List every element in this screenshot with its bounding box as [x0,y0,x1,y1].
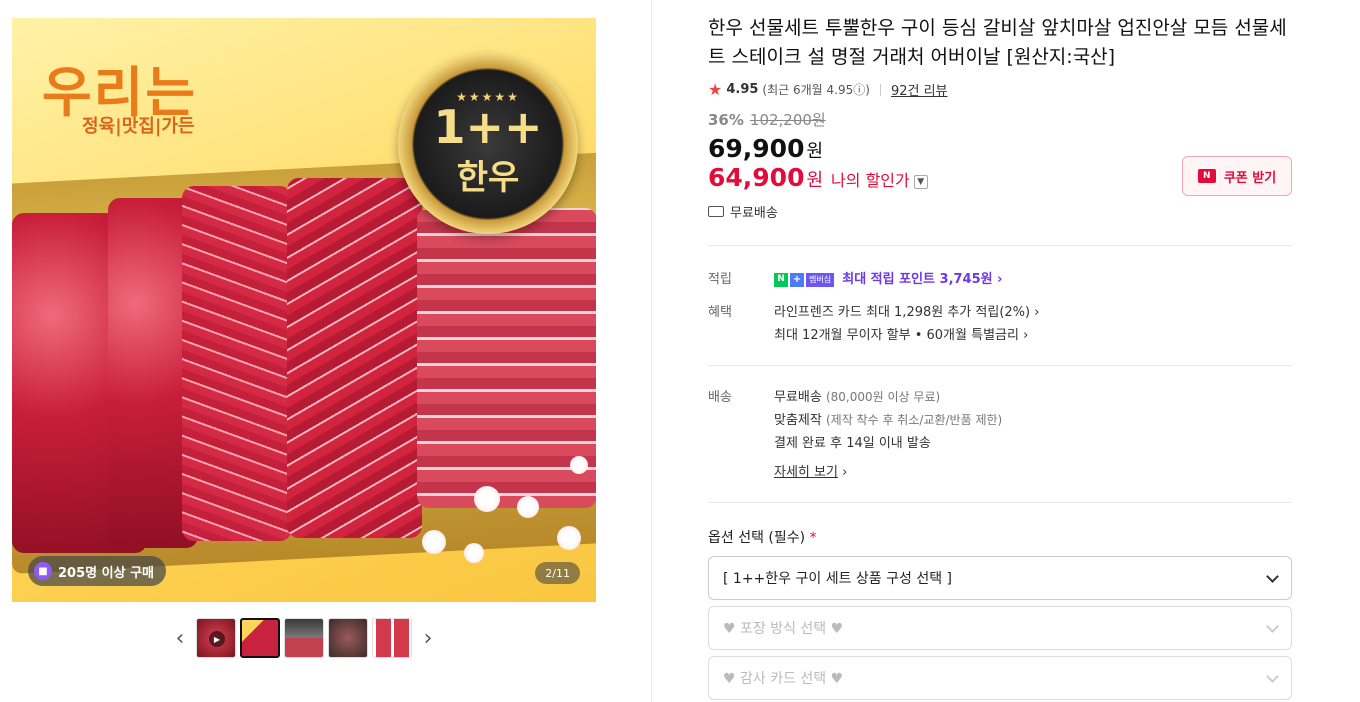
original-price: 102,200원 [749,111,826,129]
membership-label: 멤버십 [806,272,835,287]
chevron-down-icon [1266,669,1279,683]
discount-rate: 36% [708,111,744,129]
installment-benefit-link[interactable]: 최대 12개월 무이자 할부 • 60개월 특별금리 › [774,324,1292,347]
benefit-row: 혜택 라인프렌즈 카드 최대 1,298원 추가 적립(2%) › 최대 12개… [708,301,1292,347]
rating-separator [879,83,881,96]
option-select-packaging-value: ♥ 포장 방식 선택 ♥ [723,621,844,637]
review-count-link[interactable]: 92건 리뷰 [891,80,948,99]
star-icon: ★ [708,80,723,99]
delivery-row: 배송 무료배송 (80,000원 이상 무료) 맞춤제작 (제작 착수 후 취소… [708,386,1292,484]
free-shipping-note: (80,000원 이상 무료) [825,390,941,404]
thumbnail-image[interactable] [284,618,324,658]
my-price-value: 64,900 [708,163,805,192]
option-select-composition[interactable]: [ 1++한우 구이 세트 상품 구성 선택 ] [708,556,1292,600]
delivery-value: 무료배송 (80,000원 이상 무료) 맞춤제작 (제작 착수 후 취소/교환… [774,386,1292,484]
delivery-line-free: 무료배송 (80,000원 이상 무료) [774,386,1292,409]
chevron-right-icon: › [842,465,848,480]
meat-cut [287,178,422,538]
shipping-summary-label: 무료배송 [730,206,778,221]
option-title-label: 옵션 선택 (필수) [708,530,806,546]
delivery-detail-row: 자세히 보기 › [774,461,1292,484]
my-price-label: 나의 할인가 [831,171,910,190]
custom-made-note: (제작 착수 후 취소/교환/반품 제한) [825,413,1003,427]
plus-icon: + [790,272,804,287]
product-info: 한우 선물세트 투뿔한우 구이 등심 갈비살 앞치마살 업진안살 모듬 선물세트… [708,14,1292,700]
sale-price-value: 69,900 [708,134,805,163]
meat-cut [182,186,292,541]
points-key: 적립 [708,272,732,287]
option-title: 옵션 선택 (필수) * [708,527,1292,547]
points-value[interactable]: N + 멤버십 최대 적립 포인트 3,745원 › [774,268,1292,291]
thumbnail-next-button[interactable]: › [416,618,440,658]
section-divider [708,245,1292,246]
badge-grade: 1++ [433,100,543,154]
blossom-decoration [570,456,588,474]
max-points-text[interactable]: 최대 적립 포인트 3,745원 › [842,272,1002,287]
thumbnail-image[interactable] [328,618,368,658]
card-benefit-link[interactable]: 라인프렌즈 카드 최대 1,298원 추가 적립(2%) › [774,301,1292,324]
shipping-summary: 무료배송 [708,202,1292,221]
dispatch-info: 결제 완료 후 14일 이내 발송 [774,436,931,451]
chevron-down-icon [1266,569,1279,583]
required-mark: * [809,530,817,546]
delivery-line-custom: 맞춤제작 (제작 착수 후 취소/교환/반품 제한) [774,409,1292,432]
rating-recent[interactable]: (최근 6개월 4.95ⓘ) [762,81,870,98]
image-counter: 2/11 [535,562,580,584]
delivery-key: 배송 [708,390,732,405]
thumbnail-strip: ‹ ▶ › [168,618,440,658]
play-icon: ▶ [209,631,225,647]
buyers-count-label: 205명 이상 구매 [58,565,154,581]
option-select-card-value: ♥ 감사 카드 선택 ♥ [723,671,844,687]
rating-row: ★ 4.95 (최근 6개월 4.95ⓘ) 92건 리뷰 [708,80,1292,99]
points-row: 적립 N + 멤버십 최대 적립 포인트 3,745원 › [708,268,1292,291]
coupon-n-icon: N [1197,169,1216,183]
custom-made-label: 맞춤제작 [774,413,822,428]
product-title: 한우 선물세트 투뿔한우 구이 등심 갈비살 앞치마살 업진안살 모듬 선물세트… [708,17,1287,68]
rating-score: 4.95 [726,82,759,97]
discount-row: 36% 102,200원 [708,109,1292,130]
option-select-composition-value: [ 1++한우 구이 세트 상품 구성 선택 ] [723,571,953,587]
benefit-key: 혜택 [708,305,732,320]
product-page: 우리는 정육|맛집|가든 ★★★★★ 1++ 한우 ■ 205명 이상 구매 2… [0,0,1360,702]
thumbnail-prev-button[interactable]: ‹ [168,618,192,658]
blossom-decoration [422,530,446,554]
thumbnail-image[interactable] [240,618,280,658]
column-divider [651,0,652,702]
product-main-image[interactable]: 우리는 정육|맛집|가든 ★★★★★ 1++ 한우 ■ 205명 이상 구매 2… [12,18,596,602]
section-divider [708,502,1292,503]
blossom-decoration [557,526,581,550]
delivery-detail-link[interactable]: 자세히 보기 [774,465,838,480]
brand-logo-sub: 정육|맛집|가든 [82,116,195,137]
benefit-value: 라인프렌즈 카드 최대 1,298원 추가 적립(2%) › 최대 12개월 무… [774,301,1292,347]
my-price-unit: 원 [806,170,824,191]
coupon-button-label: 쿠폰 받기 [1223,170,1277,186]
buyers-count-pill: ■ 205명 이상 구매 [28,556,166,586]
shopping-bag-icon: ■ [34,562,52,580]
option-select-card[interactable]: ♥ 감사 카드 선택 ♥ [708,656,1292,700]
blossom-decoration [464,543,484,563]
truck-icon [708,206,724,217]
badge-kind: 한우 [456,158,520,198]
thumbnail-video[interactable]: ▶ [196,618,236,658]
chevron-down-icon [1266,619,1279,633]
grade-badge: ★★★★★ 1++ 한우 [398,54,578,234]
section-divider [708,365,1292,366]
blossom-decoration [517,496,539,518]
chevron-down-icon[interactable]: ▼ [913,175,928,189]
npay-n-icon: N [774,272,788,287]
coupon-button[interactable]: N 쿠폰 받기 [1182,156,1292,196]
npay-membership-badge: N + 멤버십 [774,272,835,287]
sale-price-unit: 원 [806,141,824,162]
blossom-decoration [474,486,500,512]
free-shipping-label: 무료배송 [774,390,822,405]
option-select-packaging[interactable]: ♥ 포장 방식 선택 ♥ [708,606,1292,650]
thumbnail-image[interactable] [372,618,412,658]
